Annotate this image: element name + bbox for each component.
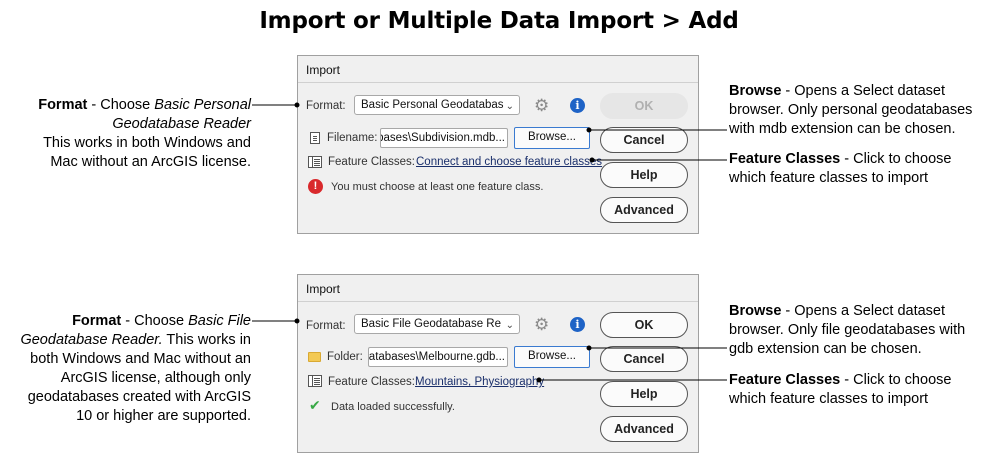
folder-value: ...eodatabases\Melbourne.gdb — [368, 351, 505, 363]
dialog-title: Import — [306, 282, 341, 296]
callout-feature-classes-bold: Feature Classes — [729, 372, 841, 388]
status-message: Data loaded successfully. — [331, 401, 455, 413]
import-dialog-file: Import Format: Basic File Geodatabase Re… — [297, 274, 699, 453]
advanced-button[interactable]: Advanced — [600, 416, 688, 442]
advanced-button[interactable]: Advanced — [600, 197, 688, 223]
callout-format-text: - Choose — [87, 97, 155, 113]
folder-label: Folder: — [327, 351, 363, 363]
chevron-down-icon: ⌄ — [505, 101, 514, 112]
feature-classes-label: Feature Classes: — [328, 376, 415, 388]
callout-format-bold: Format — [38, 97, 88, 113]
import-dialog-personal: Import Format: Basic Personal Geodatabas… — [297, 55, 699, 234]
chevron-down-icon: ⌄ — [505, 320, 514, 331]
help-button[interactable]: Help — [600, 381, 688, 407]
format-label: Format: — [306, 320, 346, 332]
cancel-button[interactable]: Cancel — [600, 127, 688, 153]
folder-field[interactable]: ...eodatabases\Melbourne.gdb — [368, 347, 508, 367]
callout-format-bottom: Format - Choose Basic File Geodatabase R… — [18, 312, 251, 426]
file-icon — [310, 132, 320, 144]
ok-button[interactable]: OK — [600, 93, 688, 119]
callout-browse-bold: Browse — [729, 303, 782, 319]
table-icon — [308, 375, 322, 387]
table-icon — [308, 156, 322, 168]
info-icon[interactable]: i — [570, 317, 585, 332]
callout-format-bold: Format — [72, 313, 122, 329]
title-divider — [298, 82, 698, 83]
gear-icon[interactable]: ⚙ — [534, 316, 549, 333]
cancel-button[interactable]: Cancel — [600, 346, 688, 372]
dialog-title: Import — [306, 63, 341, 77]
format-label: Format: — [306, 100, 346, 112]
callout-format-top: Format - Choose Basic Personal Geodataba… — [20, 96, 251, 172]
format-select[interactable]: Basic File Geodatabase Re ⌄ — [354, 314, 520, 334]
format-select-value: Basic Personal Geodatabas — [361, 99, 504, 111]
callout-browse-bold: Browse — [729, 83, 782, 99]
callout-feature-classes-bold: Feature Classes — [729, 151, 841, 167]
gear-icon[interactable]: ⚙ — [534, 97, 549, 114]
format-select-value: Basic File Geodatabase Re — [361, 318, 501, 330]
filename-field[interactable]: ...atabases\Subdivision.mdb — [380, 128, 508, 148]
error-icon: ! — [308, 179, 323, 194]
browse-button[interactable]: Browse... — [514, 346, 590, 368]
feature-classes-link[interactable]: Connect and choose feature classes — [416, 156, 602, 168]
info-icon[interactable]: i — [570, 98, 585, 113]
title-divider — [298, 301, 698, 302]
callout-format-text-2: This works in both Windows and Mac witho… — [43, 135, 251, 170]
filename-value: ...atabases\Subdivision.mdb — [380, 132, 505, 144]
callout-feature-classes-top: Feature Classes - Click to choose which … — [729, 150, 991, 188]
check-icon: ✔ — [309, 397, 321, 413]
callout-feature-classes-bottom: Feature Classes - Click to choose which … — [729, 371, 991, 409]
feature-classes-link[interactable]: Mountains, Physiography — [415, 376, 544, 388]
status-message: You must choose at least one feature cla… — [331, 181, 544, 193]
ok-button[interactable]: OK — [600, 312, 688, 338]
callout-format-text: - Choose — [121, 313, 189, 329]
feature-classes-label: Feature Classes: — [328, 156, 415, 168]
callout-browse-top: Browse - Opens a Select dataset browser.… — [729, 82, 991, 139]
callout-browse-bottom: Browse - Opens a Select dataset browser.… — [729, 302, 991, 359]
page-title: Import or Multiple Data Import > Add — [259, 8, 739, 34]
help-button[interactable]: Help — [600, 162, 688, 188]
filename-label: Filename: — [327, 132, 378, 144]
folder-icon — [308, 352, 321, 362]
format-select[interactable]: Basic Personal Geodatabas ⌄ — [354, 95, 520, 115]
browse-button[interactable]: Browse... — [514, 127, 590, 149]
